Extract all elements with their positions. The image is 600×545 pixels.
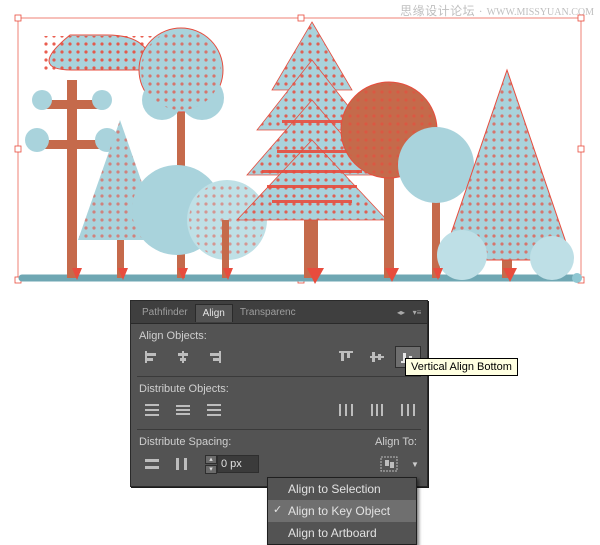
align-to-label: Align To: bbox=[367, 430, 427, 450]
spacing-step-down-icon[interactable]: ▾ bbox=[205, 465, 217, 474]
menu-align-to-selection[interactable]: Align to Selection bbox=[268, 478, 416, 500]
spacing-step-up-icon[interactable]: ▴ bbox=[205, 455, 217, 464]
align-to-menu: Align to Selection Align to Key Object A… bbox=[267, 477, 417, 545]
vertical-distribute-center-button[interactable] bbox=[170, 399, 196, 421]
menu-align-to-selection-label: Align to Selection bbox=[288, 482, 381, 496]
menu-align-to-artboard[interactable]: Align to Artboard bbox=[268, 522, 416, 544]
tab-pathfinder[interactable]: Pathfinder bbox=[135, 304, 195, 321]
horizontal-distribute-center-button[interactable] bbox=[364, 399, 390, 421]
distribute-spacing-label: Distribute Spacing: bbox=[131, 430, 367, 450]
distribute-objects-row bbox=[131, 397, 427, 429]
tooltip-vertical-align-bottom: Vertical Align Bottom bbox=[405, 358, 518, 376]
horizontal-distribute-left-button[interactable] bbox=[333, 399, 359, 421]
align-panel: Pathfinder Align Transparenc ◂▸ ▾≡ Align… bbox=[130, 300, 428, 487]
artwork-canvas bbox=[12, 10, 587, 288]
vertical-distribute-top-button[interactable] bbox=[139, 399, 165, 421]
horizontal-distribute-right-button[interactable] bbox=[395, 399, 421, 421]
menu-align-to-artboard-label: Align to Artboard bbox=[288, 526, 377, 540]
tab-pathfinder-label: Pathfinder bbox=[142, 307, 188, 318]
horizontal-distribute-space-button[interactable] bbox=[169, 453, 195, 475]
vertical-distribute-space-button[interactable] bbox=[139, 453, 165, 475]
align-to-button[interactable]: Align to Selection Align to Key Object A… bbox=[373, 452, 405, 476]
vertical-align-top-button[interactable] bbox=[333, 346, 359, 368]
align-to-dropdown-icon[interactable]: ▼ bbox=[409, 453, 421, 475]
tab-align-label: Align bbox=[203, 308, 225, 319]
panel-collapse-icon[interactable]: ◂▸ bbox=[395, 306, 407, 318]
align-objects-label: Align Objects: bbox=[131, 324, 427, 344]
horizontal-align-left-button[interactable] bbox=[139, 346, 165, 368]
panel-menu-icon[interactable]: ▾≡ bbox=[411, 306, 423, 318]
menu-align-to-key-object-label: Align to Key Object bbox=[288, 504, 390, 518]
menu-align-to-key-object[interactable]: Align to Key Object bbox=[268, 500, 416, 522]
vertical-distribute-bottom-button[interactable] bbox=[201, 399, 227, 421]
distribute-objects-label: Distribute Objects: bbox=[131, 377, 427, 397]
tab-align[interactable]: Align bbox=[195, 304, 233, 322]
vertical-align-center-button[interactable] bbox=[364, 346, 390, 368]
spacing-input[interactable] bbox=[217, 455, 259, 473]
panel-tab-bar: Pathfinder Align Transparenc ◂▸ ▾≡ bbox=[131, 301, 427, 324]
tab-transparency[interactable]: Transparenc bbox=[233, 304, 303, 321]
horizontal-align-center-button[interactable] bbox=[170, 346, 196, 368]
align-objects-row bbox=[131, 344, 427, 376]
spacing-field: ▴ ▾ bbox=[205, 455, 259, 474]
tab-transparency-label: Transparenc bbox=[240, 307, 296, 318]
distribute-spacing-row: ▴ ▾ Align to Selection Align to Key Obje… bbox=[131, 450, 427, 486]
horizontal-align-right-button[interactable] bbox=[201, 346, 227, 368]
